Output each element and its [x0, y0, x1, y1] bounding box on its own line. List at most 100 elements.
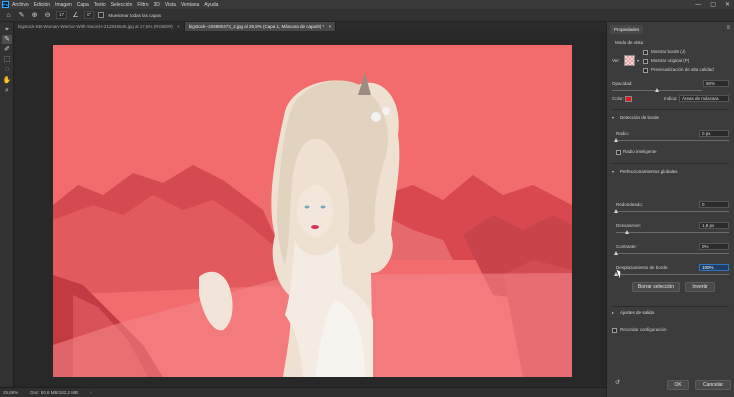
radius-slider-thumb[interactable]: [614, 138, 618, 142]
radius-label: Radio:: [616, 131, 630, 136]
workspace: [14, 31, 606, 387]
reset-icon[interactable]: ↺: [615, 380, 620, 386]
document-tabs: bigstock-EB-Woman-Warrior-With-Sword-I-2…: [14, 22, 606, 31]
document-size-info: Doc: 50,6 MB/182,2 MB: [30, 390, 79, 395]
radius-input[interactable]: 0 px: [699, 130, 729, 137]
invert-button[interactable]: Invertir: [685, 282, 715, 292]
angle-icon: ∠: [72, 11, 79, 19]
divider: [611, 163, 729, 164]
panel-menu-icon[interactable]: ≡: [726, 25, 730, 31]
hand-tool-icon[interactable]: ✋: [2, 76, 12, 85]
tab-warrior-document[interactable]: bigstock-EB-Woman-Warrior-With-Sword-I-2…: [14, 22, 185, 31]
close-tab-icon[interactable]: ×: [329, 24, 332, 29]
show-edge-label: Mostrar borde (J): [651, 49, 686, 54]
tab-properties[interactable]: Propiedades: [610, 25, 644, 34]
menu-edicion[interactable]: Edición: [34, 2, 50, 8]
close-tab-icon[interactable]: ×: [177, 24, 180, 29]
clear-selection-button[interactable]: Borrar selección: [632, 282, 680, 292]
view-mode-heading: Modo de vista: [615, 40, 644, 45]
hq-preview-label: Previsualización de alta calidad: [651, 67, 714, 72]
menu-ventana[interactable]: Ventana: [181, 2, 199, 8]
feather-input[interactable]: 1,8 px: [699, 222, 729, 229]
show-original-checkbox[interactable]: [643, 59, 648, 64]
tab-active-document[interactable]: bigstock--226880473_2.jpg al 25,9% (Capa…: [184, 22, 337, 31]
smart-radius-label: Radio inteligente: [623, 149, 657, 154]
add-to-selection-icon[interactable]: ⊕: [30, 11, 39, 20]
indicates-select[interactable]: Áreas de máscara: [679, 95, 729, 102]
feather-slider[interactable]: [616, 232, 729, 233]
view-dropdown-arrow-icon[interactable]: ▾: [637, 58, 639, 64]
opacity-input[interactable]: 50%: [703, 80, 729, 87]
tab-label: bigstock--226880473_2.jpg al 25,9% (Capa…: [188, 24, 325, 29]
shift-edge-slider[interactable]: [616, 274, 729, 275]
menu-filtro[interactable]: Filtro: [137, 2, 148, 8]
shift-edge-label: Desplazamiento de borde:: [616, 265, 669, 270]
window-controls: — ▢ ✕: [695, 0, 730, 9]
menu-ayuda[interactable]: Ayuda: [204, 2, 218, 8]
lasso-tool-icon[interactable]: ◌: [2, 65, 12, 74]
smooth-input[interactable]: 0: [699, 201, 729, 208]
color-label: Color:: [612, 96, 625, 101]
tool-bar: ⌖ ✎ ✐ ⬚ ◌ ✋ ⌕: [0, 22, 14, 387]
contrast-slider[interactable]: [616, 253, 729, 254]
minimize-icon[interactable]: —: [695, 2, 701, 8]
close-icon[interactable]: ✕: [725, 1, 730, 8]
menu-archivo[interactable]: Archivo: [12, 2, 29, 8]
brush-tool-icon[interactable]: ✐: [2, 45, 12, 54]
home-icon[interactable]: ⌂: [4, 11, 13, 20]
show-original-label: Mostrar original (P): [651, 58, 690, 63]
smooth-slider[interactable]: [616, 211, 729, 212]
output-settings-heading[interactable]: Ajustes de salida: [620, 310, 654, 316]
menu-vista[interactable]: Vista: [165, 2, 176, 8]
document-canvas[interactable]: [53, 45, 572, 377]
refine-edge-brush-icon[interactable]: ✎: [2, 35, 12, 44]
show-edge-checkbox[interactable]: [643, 50, 648, 55]
view-label: Ver:: [612, 58, 621, 63]
hq-preview-checkbox[interactable]: [643, 68, 648, 73]
menu-bar: Ps Archivo Edición Imagen Capa Texto Sel…: [0, 0, 734, 9]
menu-capa[interactable]: Capa: [77, 2, 89, 8]
sample-all-layers-checkbox[interactable]: [98, 12, 105, 18]
maximize-icon[interactable]: ▢: [710, 1, 716, 8]
photo-with-mask-overlay: [53, 45, 572, 377]
contrast-label: Contraste:: [616, 244, 637, 249]
global-refinements-heading[interactable]: Perfeccionamientos globales: [620, 169, 678, 175]
brush-size-field[interactable]: 17: [56, 11, 68, 19]
smooth-label: Redondeado:: [616, 202, 644, 207]
cancel-button[interactable]: Cancelar: [695, 380, 731, 390]
divider: [611, 109, 729, 110]
shift-edge-input[interactable]: 100%: [699, 264, 729, 271]
view-mode-thumbnail[interactable]: [624, 55, 635, 66]
ok-button[interactable]: OK: [667, 380, 689, 390]
brush-tool-icon[interactable]: ✎: [17, 11, 26, 20]
subtract-from-selection-icon[interactable]: ⊖: [43, 11, 52, 20]
status-expand-icon[interactable]: ›: [90, 390, 92, 395]
tab-label: bigstock-EB-Woman-Warrior-With-Sword-I-2…: [18, 24, 173, 29]
photoshop-logo-icon: Ps: [2, 1, 9, 8]
feather-slider-thumb[interactable]: [625, 230, 630, 234]
remember-settings-label: Recordar configuración: [620, 327, 667, 332]
angle-field[interactable]: 0°: [84, 11, 95, 19]
menu-texto[interactable]: Texto: [94, 2, 106, 8]
menu-seleccion[interactable]: Selección: [111, 2, 133, 8]
chevron-down-icon[interactable]: ▾: [612, 169, 614, 175]
contrast-slider-thumb[interactable]: [614, 251, 618, 255]
mask-color-swatch[interactable]: [625, 96, 632, 102]
smart-radius-checkbox[interactable]: [616, 150, 621, 155]
quick-selection-tool-icon[interactable]: ⌖: [2, 25, 12, 34]
contrast-input[interactable]: 0%: [699, 243, 729, 250]
opacity-slider-thumb[interactable]: [655, 88, 659, 92]
sample-all-layers-label: Muestrear todas las capas: [108, 12, 162, 18]
radius-slider[interactable]: [616, 140, 729, 141]
chevron-right-icon[interactable]: ▸: [612, 310, 614, 316]
object-selection-icon[interactable]: ⬚: [2, 55, 12, 64]
zoom-tool-icon[interactable]: ⌕: [2, 86, 12, 95]
remember-settings-checkbox[interactable]: [612, 328, 617, 333]
chevron-down-icon[interactable]: ▾: [612, 115, 614, 121]
smooth-slider-thumb[interactable]: [614, 209, 618, 213]
properties-panel: Propiedades ≡ Modo de vista Ver: ▾ Mostr…: [606, 22, 734, 397]
menu-imagen[interactable]: Imagen: [55, 2, 72, 8]
menu-3d[interactable]: 3D: [154, 2, 160, 8]
zoom-level[interactable]: 25,89%: [3, 390, 18, 395]
edge-detection-heading[interactable]: Detección de borde: [620, 115, 659, 121]
